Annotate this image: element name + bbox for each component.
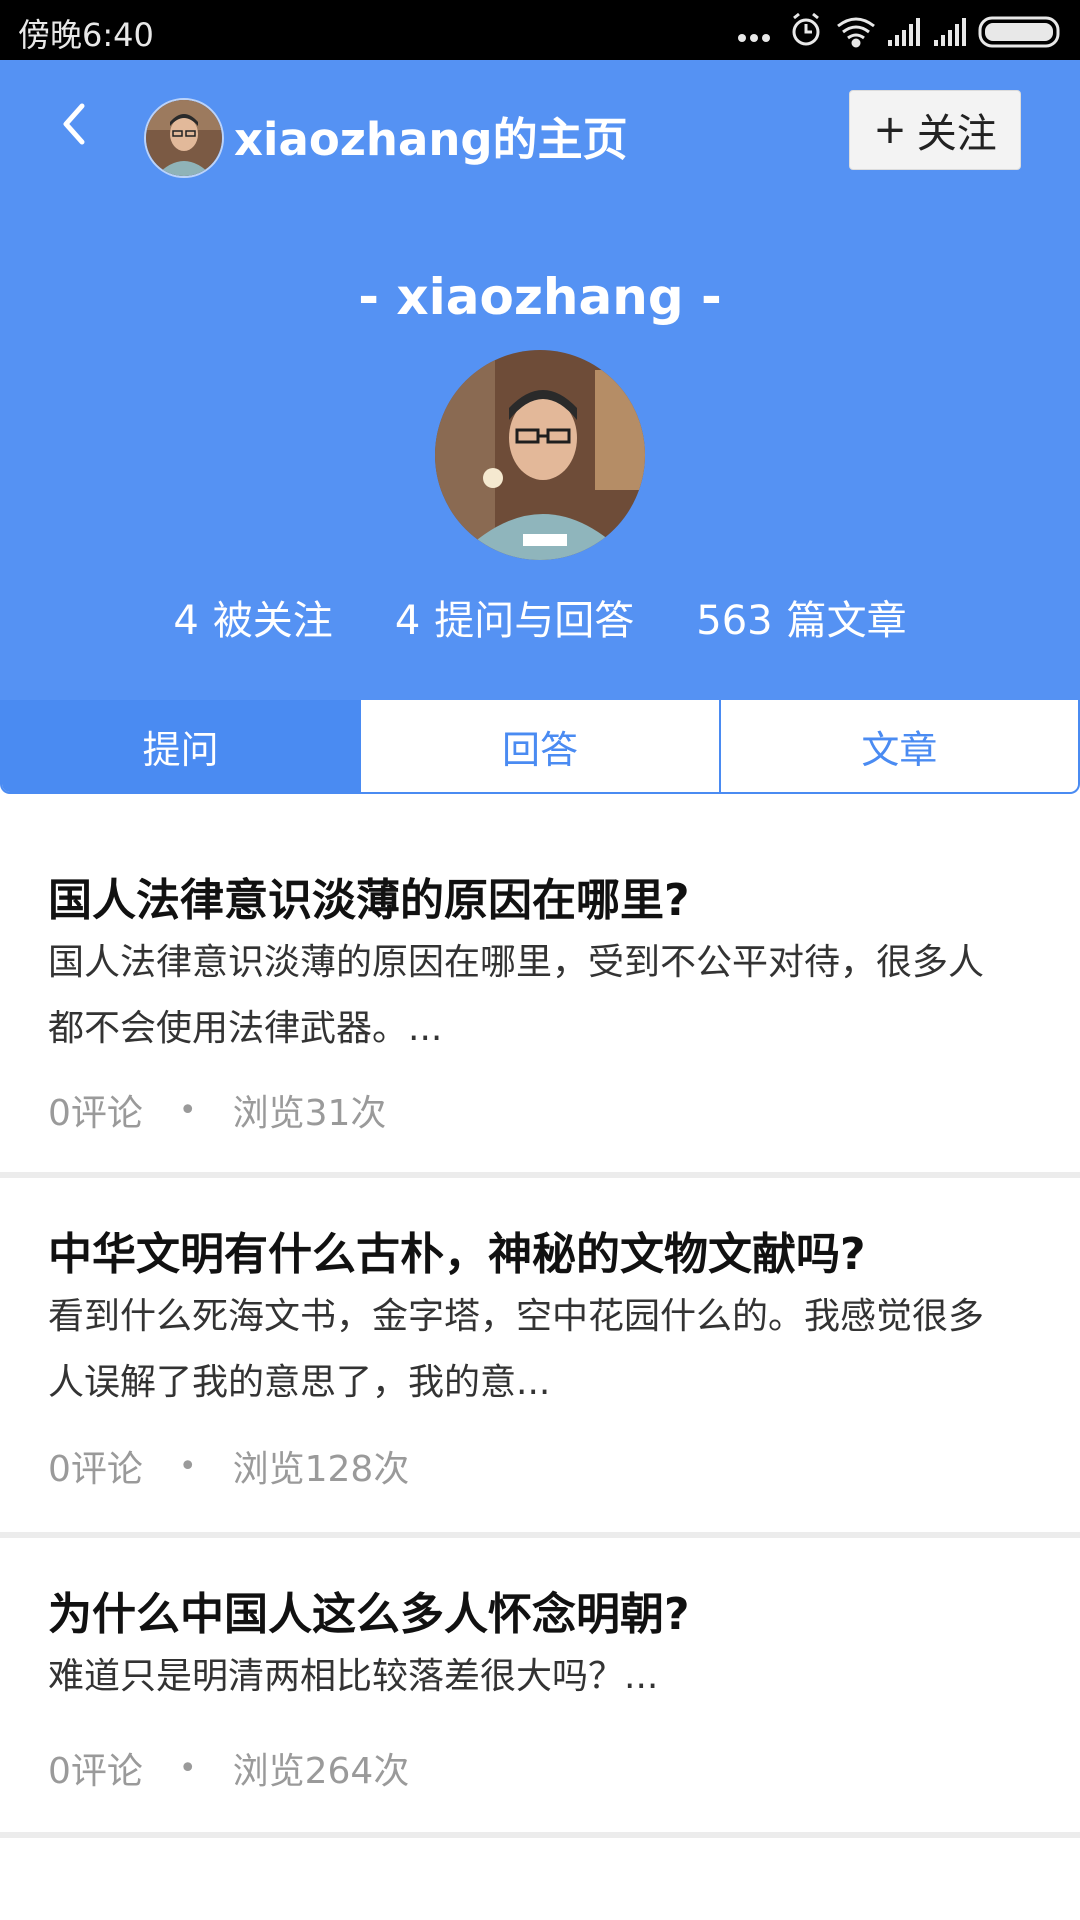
view-count: 浏览264次	[232, 1751, 410, 1792]
item-title[interactable]: 中华文明有什么古朴，神秘的文物文献吗?	[48, 1218, 866, 1282]
profile-stats: 4 被关注 4 提问与回答 563 篇文章	[0, 588, 1080, 646]
question-list: 国人法律意识淡薄的原因在哪里? 国人法律意识淡薄的原因在哪里，受到不公平对待，很…	[0, 794, 1080, 1838]
stat-questions-answers[interactable]: 4 提问与回答	[395, 588, 634, 646]
content-tabs: 提问 回答 文章	[0, 700, 1080, 794]
separator-dot: •	[178, 1448, 197, 1484]
signal-icon	[934, 18, 966, 46]
separator-dot: •	[178, 1750, 197, 1786]
comment-count: 0评论	[48, 1449, 143, 1490]
status-icons	[736, 8, 1066, 52]
list-item[interactable]: 为什么中国人这么多人怀念明朝? 难道只是明清两相比较落差很大吗？... 0评论 …	[0, 1538, 1080, 1838]
profile-name: - xiaozhang -	[358, 268, 722, 326]
signal-icon	[888, 18, 920, 46]
battery-icon	[978, 16, 1060, 48]
header-avatar[interactable]	[144, 98, 224, 178]
page-title: xiaozhang的主页	[234, 113, 628, 166]
tab-articles[interactable]: 文章	[718, 700, 1078, 792]
tab-questions[interactable]: 提问	[2, 700, 360, 792]
follow-button[interactable]: + 关注	[849, 90, 1021, 170]
item-title[interactable]: 国人法律意识淡薄的原因在哪里?	[48, 864, 690, 928]
follow-label: 关注	[916, 111, 997, 157]
view-count: 浏览128次	[232, 1449, 410, 1490]
item-description: 难道只是明清两相比较落差很大吗？...	[48, 1656, 659, 1697]
wifi-icon	[837, 17, 875, 48]
list-item[interactable]: 中华文明有什么古朴，神秘的文物文献吗? 看到什么死海文书，金字塔，空中花园什么的…	[0, 1178, 1080, 1538]
comment-count: 0评论	[48, 1093, 143, 1134]
stat-followers[interactable]: 4 被关注	[173, 588, 332, 646]
back-button[interactable]	[52, 100, 100, 148]
status-time: 傍晚6:40	[18, 16, 154, 54]
chevron-left-icon	[63, 103, 85, 145]
status-bar: 傍晚6:40	[0, 0, 1080, 60]
item-meta: 0评论 • 浏览31次	[48, 1084, 386, 1136]
tab-answers[interactable]: 回答	[359, 700, 718, 792]
separator-dot: •	[178, 1092, 197, 1128]
view-count: 浏览31次	[232, 1093, 387, 1134]
profile-header: xiaozhang的主页 + 关注 - xiaozhang - 4 被关注 4 提问…	[0, 60, 1080, 700]
alarm-icon	[792, 12, 820, 46]
comment-count: 0评论	[48, 1751, 143, 1792]
profile-avatar[interactable]	[435, 350, 645, 560]
item-meta: 0评论 • 浏览128次	[48, 1440, 409, 1492]
item-description: 国人法律意识淡薄的原因在哪里，受到不公平对待，很多人都不会使用法律武器。...	[48, 942, 985, 1049]
item-title[interactable]: 为什么中国人这么多人怀念明朝?	[48, 1578, 690, 1642]
plus-icon: +	[873, 107, 907, 153]
stat-articles[interactable]: 563 篇文章	[696, 588, 906, 646]
more-dots-icon	[738, 34, 770, 42]
list-item[interactable]: 国人法律意识淡薄的原因在哪里? 国人法律意识淡薄的原因在哪里，受到不公平对待，很…	[0, 794, 1080, 1178]
item-meta: 0评论 • 浏览264次	[48, 1742, 409, 1794]
item-description: 看到什么死海文书，金字塔，空中花园什么的。我感觉很多人误解了我的意思了，我的意.…	[48, 1296, 985, 1403]
